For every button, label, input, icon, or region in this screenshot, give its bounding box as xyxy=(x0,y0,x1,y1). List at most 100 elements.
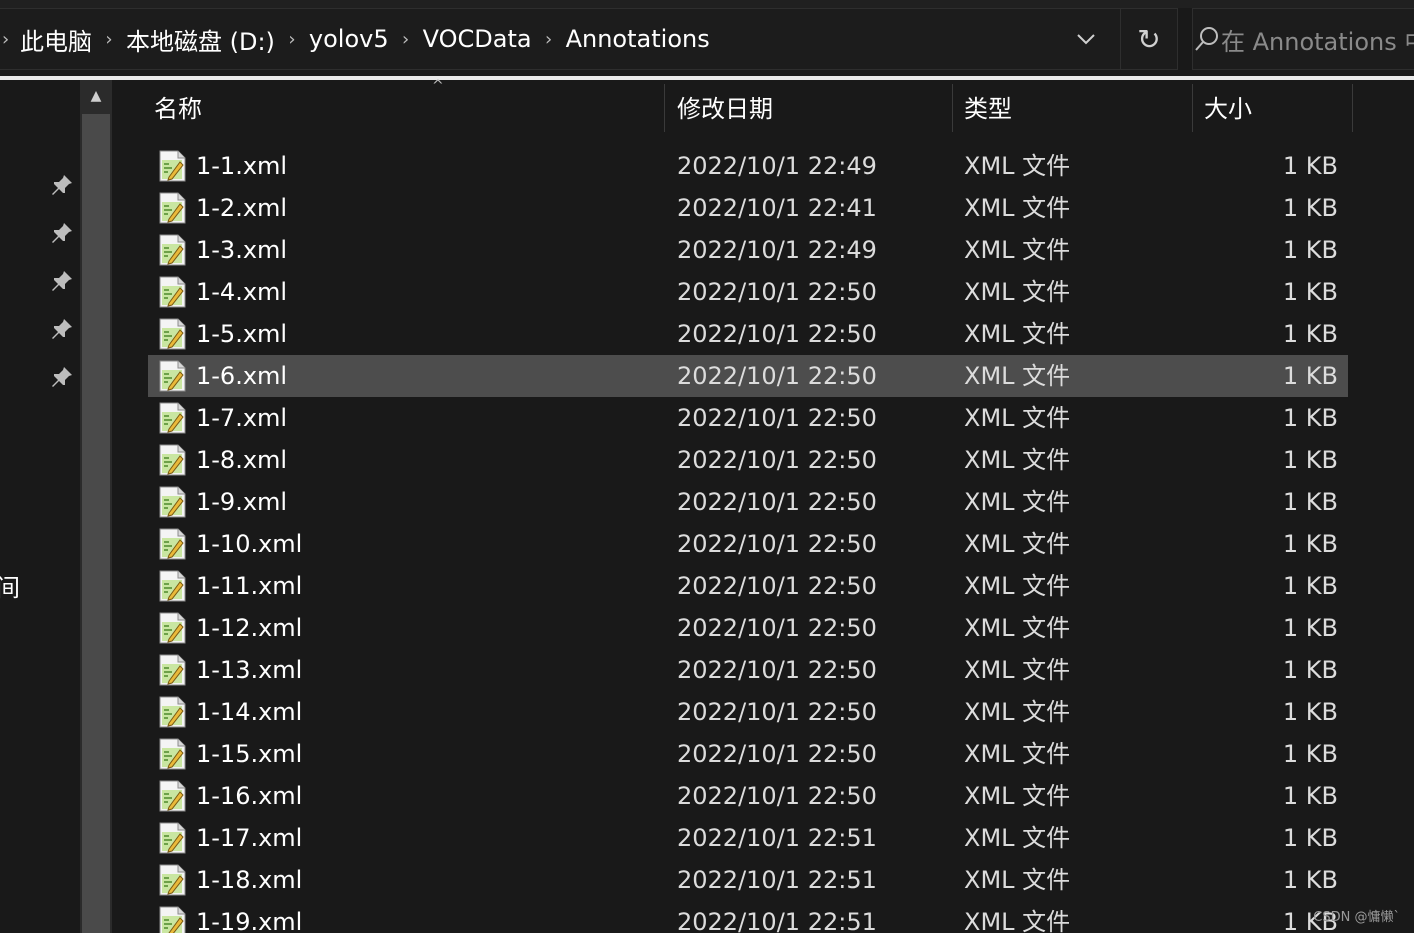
file-name[interactable]: 1-8.xml xyxy=(196,439,287,481)
file-row[interactable]: 1-2.xml 2022/10/1 22:41 XML 文件 1 KB xyxy=(148,187,1348,229)
file-name[interactable]: 1-12.xml xyxy=(196,607,302,649)
watermark: CSDN @慵懒` xyxy=(1313,910,1400,925)
file-type: XML 文件 xyxy=(964,446,1071,474)
refresh-button[interactable]: ↻ xyxy=(1120,9,1177,69)
xml-file-icon xyxy=(158,906,186,933)
file-name[interactable]: 1-10.xml xyxy=(196,523,302,565)
file-modified-date: 2022/10/1 22:50 xyxy=(677,488,877,516)
breadcrumb-item[interactable]: 本地磁盘 (D:) xyxy=(122,22,279,57)
xml-file-icon xyxy=(158,360,186,392)
breadcrumb-item[interactable]: yolov5 xyxy=(305,25,393,53)
column-header-row: 名称 ^ 修改日期 类型 大小 xyxy=(118,78,1414,132)
file-name[interactable]: 1-16.xml xyxy=(196,775,302,817)
file-modified-date: 2022/10/1 22:50 xyxy=(677,782,877,810)
file-row[interactable]: 1-7.xml 2022/10/1 22:50 XML 文件 1 KB xyxy=(148,397,1348,439)
file-row[interactable]: 1-15.xml 2022/10/1 22:50 XML 文件 1 KB xyxy=(148,733,1348,775)
xml-file-icon xyxy=(158,192,186,224)
nav-item-partial-label[interactable]: 间 xyxy=(0,568,20,603)
address-bar[interactable]: › 此电脑 › 本地磁盘 (D:) › yolov5 › VOCData › Annotation… xyxy=(0,8,1178,70)
breadcrumb: › 此电脑 › 本地磁盘 (D:) › yolov5 › VOCData › Annotation… xyxy=(0,9,714,69)
breadcrumb-item[interactable]: VOCData xyxy=(419,25,536,53)
file-type: XML 文件 xyxy=(964,488,1071,516)
file-row[interactable]: 1-5.xml 2022/10/1 22:50 XML 文件 1 KB xyxy=(148,313,1348,355)
file-type: XML 文件 xyxy=(964,656,1071,684)
file-row[interactable]: 1-13.xml 2022/10/1 22:50 XML 文件 1 KB xyxy=(148,649,1348,691)
file-size: 1 KB xyxy=(1282,782,1338,810)
file-name[interactable]: 1-15.xml xyxy=(196,733,302,775)
file-modified-date: 2022/10/1 22:50 xyxy=(677,530,877,558)
file-size: 1 KB xyxy=(1282,656,1338,684)
file-row[interactable]: 1-12.xml 2022/10/1 22:50 XML 文件 1 KB xyxy=(148,607,1348,649)
search-input[interactable]: 在 Annotations 中搜索 xyxy=(1221,22,1414,57)
file-size: 1 KB xyxy=(1282,614,1338,642)
xml-file-icon xyxy=(158,570,186,602)
file-name[interactable]: 1-17.xml xyxy=(196,817,302,859)
file-name[interactable]: 1-18.xml xyxy=(196,859,302,901)
file-row[interactable]: 1-11.xml 2022/10/1 22:50 XML 文件 1 KB xyxy=(148,565,1348,607)
breadcrumb-item[interactable]: Annotations xyxy=(562,25,714,53)
column-divider[interactable] xyxy=(664,84,665,132)
file-size: 1 KB xyxy=(1282,740,1338,768)
file-name[interactable]: 1-3.xml xyxy=(196,229,287,271)
column-header-name[interactable]: 名称 ^ xyxy=(154,78,664,132)
file-modified-date: 2022/10/1 22:50 xyxy=(677,740,877,768)
column-header-type[interactable]: 类型 xyxy=(964,80,1192,132)
file-row[interactable]: 1-9.xml 2022/10/1 22:50 XML 文件 1 KB xyxy=(148,481,1348,523)
pin-icon[interactable] xyxy=(50,269,74,293)
file-row[interactable]: 1-10.xml 2022/10/1 22:50 XML 文件 1 KB xyxy=(148,523,1348,565)
file-type: XML 文件 xyxy=(964,740,1071,768)
search-box[interactable]: 在 Annotations 中搜索 xyxy=(1192,8,1414,70)
file-row[interactable]: 1-8.xml 2022/10/1 22:50 XML 文件 1 KB xyxy=(148,439,1348,481)
chevron-right-icon[interactable]: › xyxy=(96,29,122,50)
column-header-size[interactable]: 大小 xyxy=(1204,80,1352,132)
file-row[interactable]: 1-16.xml 2022/10/1 22:50 XML 文件 1 KB xyxy=(148,775,1348,817)
pin-icon[interactable] xyxy=(50,173,74,197)
chevron-right-icon[interactable]: › xyxy=(279,29,305,50)
file-name[interactable]: 1-19.xml xyxy=(196,901,302,933)
file-modified-date: 2022/10/1 22:50 xyxy=(677,698,877,726)
file-name[interactable]: 1-14.xml xyxy=(196,691,302,733)
pin-icon[interactable] xyxy=(50,365,74,389)
chevron-right-icon[interactable]: › xyxy=(393,29,419,50)
breadcrumb-item[interactable]: 此电脑 xyxy=(16,22,96,57)
file-row[interactable]: 1-1.xml 2022/10/1 22:49 XML 文件 1 KB xyxy=(148,145,1348,187)
file-size: 1 KB xyxy=(1282,530,1338,558)
pin-icon[interactable] xyxy=(50,221,74,245)
file-row[interactable]: 1-18.xml 2022/10/1 22:51 XML 文件 1 KB xyxy=(148,859,1348,901)
file-name[interactable]: 1-9.xml xyxy=(196,481,287,523)
chevron-right-icon[interactable]: › xyxy=(2,29,16,50)
file-name[interactable]: 1-4.xml xyxy=(196,271,287,313)
file-modified-date: 2022/10/1 22:51 xyxy=(677,824,877,852)
scroll-up-arrow-icon[interactable]: ▲ xyxy=(80,88,112,112)
file-name[interactable]: 1-6.xml xyxy=(196,355,287,397)
file-name[interactable]: 1-1.xml xyxy=(196,145,287,187)
file-name[interactable]: 1-7.xml xyxy=(196,397,287,439)
search-icon xyxy=(1193,25,1221,53)
column-header-size-label: 大小 xyxy=(1204,94,1252,123)
file-name[interactable]: 1-13.xml xyxy=(196,649,302,691)
file-row[interactable]: 1-3.xml 2022/10/1 22:49 XML 文件 1 KB xyxy=(148,229,1348,271)
column-divider[interactable] xyxy=(952,84,953,132)
file-row[interactable]: 1-6.xml 2022/10/1 22:50 XML 文件 1 KB xyxy=(148,355,1348,397)
file-name[interactable]: 1-11.xml xyxy=(196,565,302,607)
pin-icon[interactable] xyxy=(50,317,74,341)
sort-ascending-icon: ^ xyxy=(432,78,444,94)
file-type: XML 文件 xyxy=(964,236,1071,264)
file-type: XML 文件 xyxy=(964,698,1071,726)
file-row[interactable]: 1-4.xml 2022/10/1 22:50 XML 文件 1 KB xyxy=(148,271,1348,313)
nav-scrollbar-thumb[interactable] xyxy=(82,114,110,933)
column-divider[interactable] xyxy=(1352,84,1353,132)
file-name[interactable]: 1-5.xml xyxy=(196,313,287,355)
file-row[interactable]: 1-19.xml 2022/10/1 22:51 XML 文件 1 KB xyxy=(148,901,1348,933)
file-modified-date: 2022/10/1 22:51 xyxy=(677,908,877,933)
column-divider[interactable] xyxy=(1192,84,1193,132)
file-size: 1 KB xyxy=(1282,446,1338,474)
file-name[interactable]: 1-2.xml xyxy=(196,187,287,229)
chevron-right-icon[interactable]: › xyxy=(536,29,562,50)
file-type: XML 文件 xyxy=(964,320,1071,348)
column-header-date[interactable]: 修改日期 xyxy=(677,80,953,132)
file-row[interactable]: 1-17.xml 2022/10/1 22:51 XML 文件 1 KB xyxy=(148,817,1348,859)
address-history-dropdown[interactable] xyxy=(1066,9,1106,69)
file-row[interactable]: 1-14.xml 2022/10/1 22:50 XML 文件 1 KB xyxy=(148,691,1348,733)
file-type: XML 文件 xyxy=(964,404,1071,432)
